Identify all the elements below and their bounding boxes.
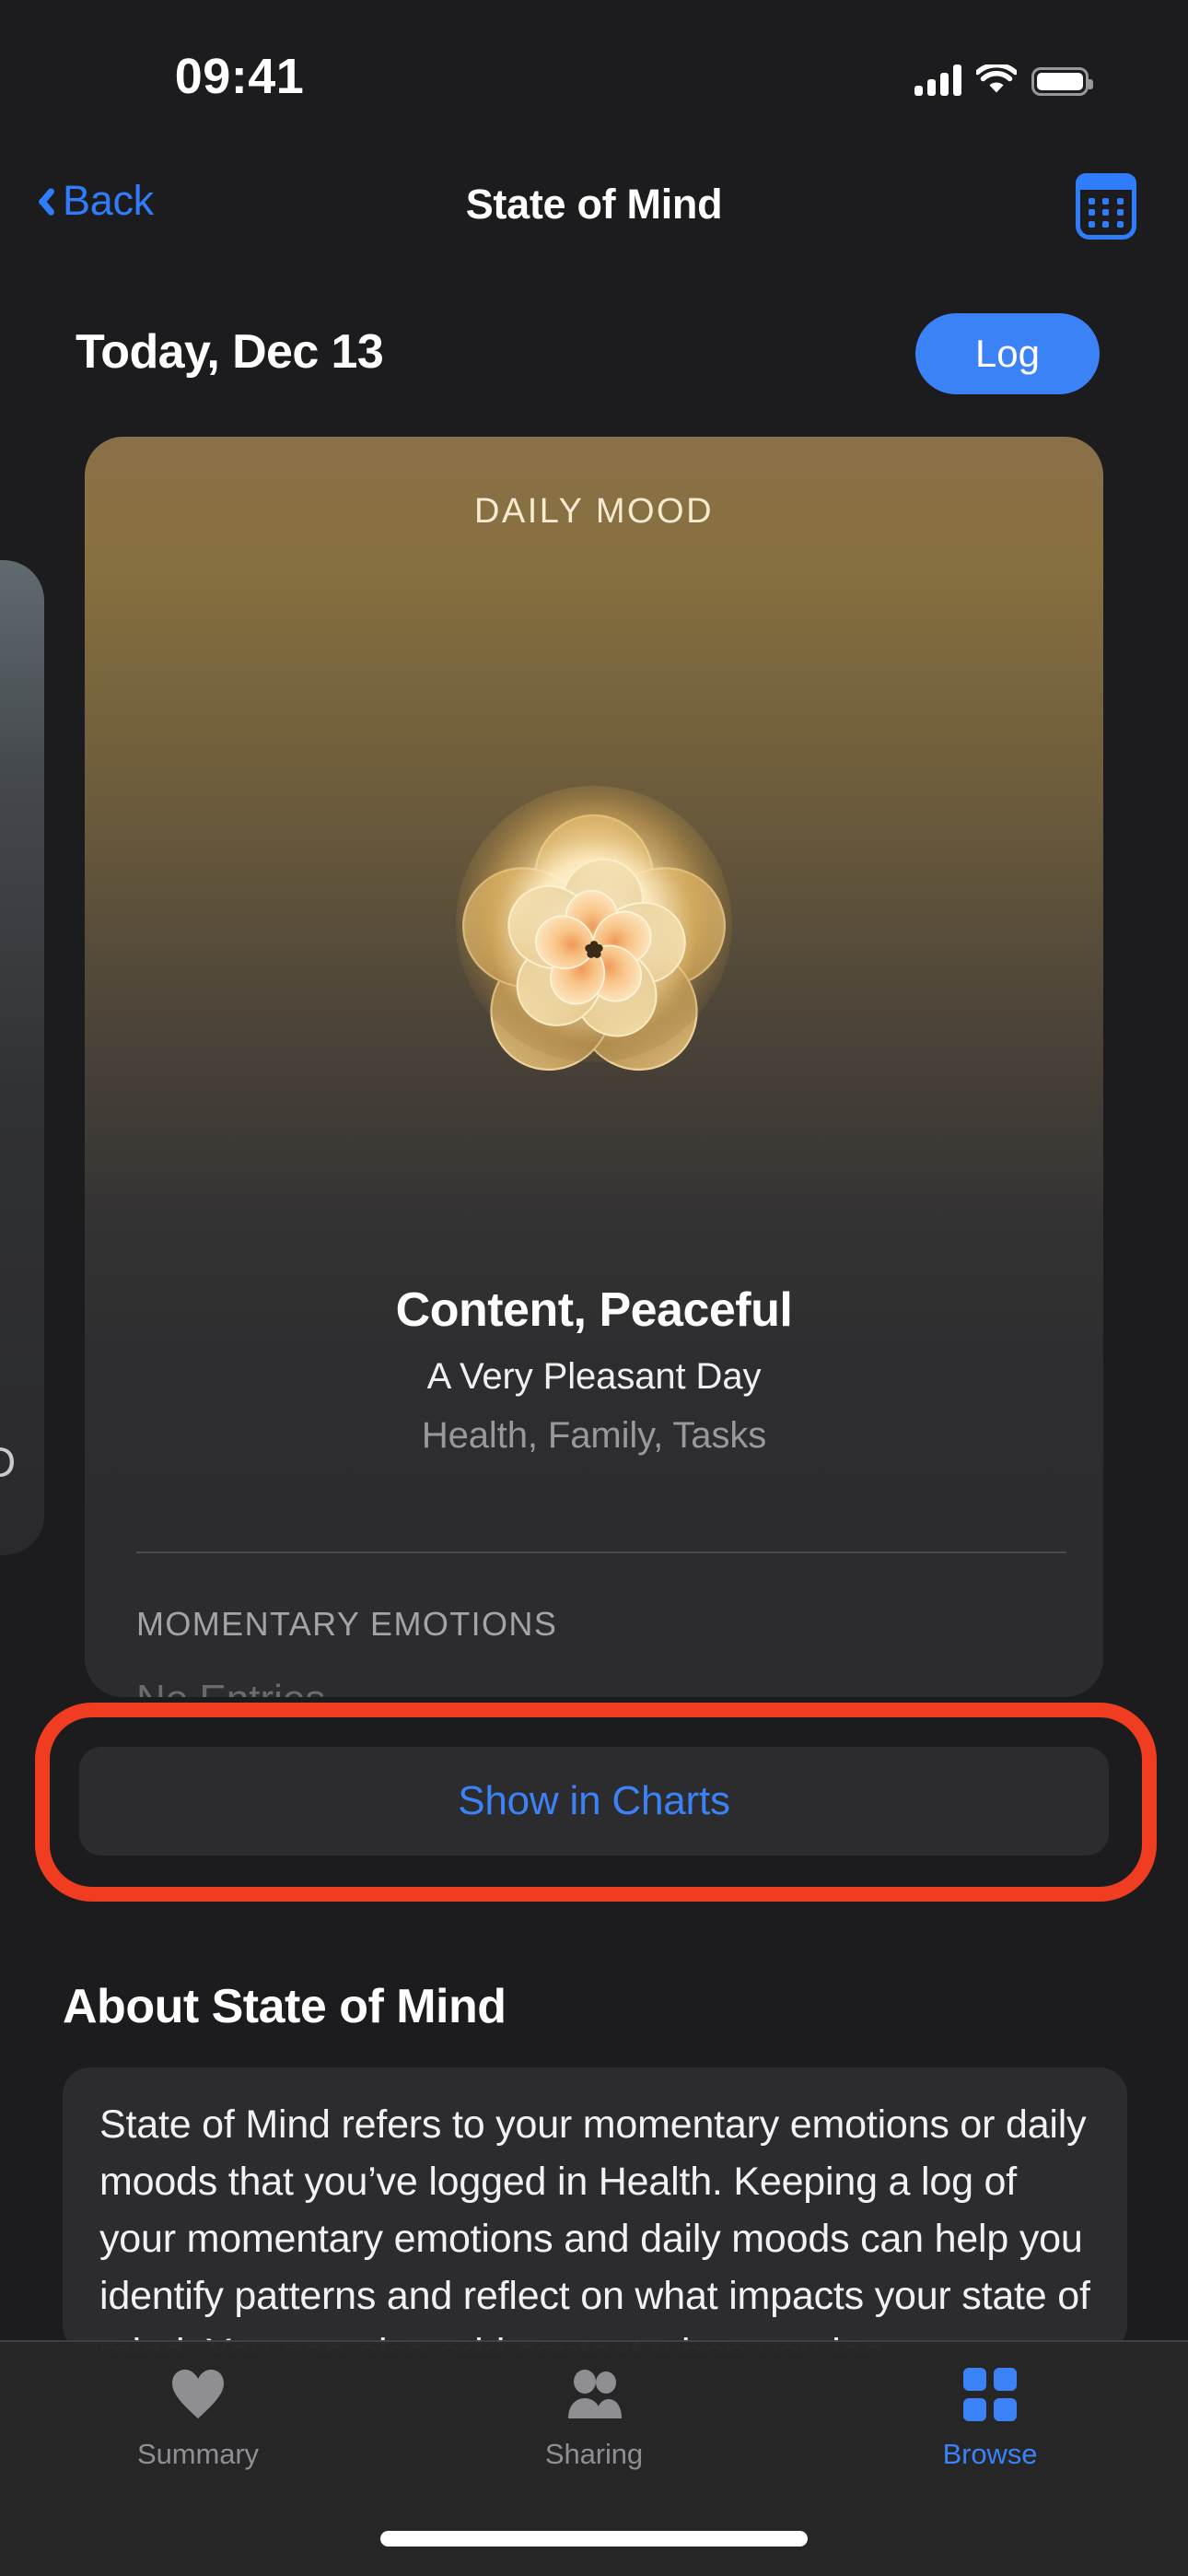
tab-sharing[interactable]: Sharing [396,2342,792,2495]
show-in-charts-button[interactable]: Show in Charts [79,1747,1109,1856]
log-button[interactable]: Log [915,313,1100,394]
wifi-icon [974,62,1019,96]
heart-icon [170,2366,226,2423]
cellular-signal-icon [914,64,961,96]
mood-valence-label: A Very Pleasant Day [426,1356,762,1397]
status-bar-indicators [914,55,1093,96]
navigation-bar: Back State of Mind [0,164,1188,260]
tab-bar: Summary Sharing Browse [0,2340,1188,2576]
previous-day-card-peek[interactable] [0,560,44,1555]
momentary-emotions-empty-state: No Entries [136,1677,325,1697]
previous-day-card-clipped-text: D [0,1438,17,1486]
tab-summary-label: Summary [137,2438,259,2470]
app-screen: 09:41 Back State of Mind Today, Dec 13 L… [0,0,1188,2576]
home-indicator[interactable] [380,2531,808,2547]
mood-context-labels: Health, Family, Tasks [421,1415,767,1456]
tab-summary[interactable]: Summary [0,2342,396,2495]
calendar-icon[interactable] [1076,173,1136,240]
battery-full-icon [1031,67,1093,96]
mood-title: Content, Peaceful [395,1283,793,1337]
momentary-emotions-title: MOMENTARY EMOTIONS [136,1605,558,1643]
status-bar: 09:41 [0,0,1188,120]
daily-mood-kicker: DAILY MOOD [473,492,715,531]
about-section-heading: About State of Mind [63,1980,507,2033]
current-date-label: Today, Dec 13 [76,325,384,379]
state-of-mind-flower-icon [85,713,1103,1146]
tab-sharing-label: Sharing [544,2438,644,2470]
people-icon [565,2366,623,2423]
about-section-card: State of Mind refers to your momentary e… [63,2067,1127,2353]
date-header-row: Today, Dec 13 Log [0,313,1188,415]
tab-browse-label: Browse [942,2438,1038,2470]
card-divider [136,1551,1066,1553]
daily-mood-card[interactable]: DAILY MOOD Content, Peaceful A Very Plea… [85,437,1103,1697]
grid-squares-icon [963,2366,1017,2423]
tab-browse[interactable]: Browse [792,2342,1188,2495]
status-bar-time: 09:41 [174,49,305,104]
about-body-text: State of Mind refers to your momentary e… [99,2102,1090,2353]
page-title: State of Mind [465,181,723,228]
